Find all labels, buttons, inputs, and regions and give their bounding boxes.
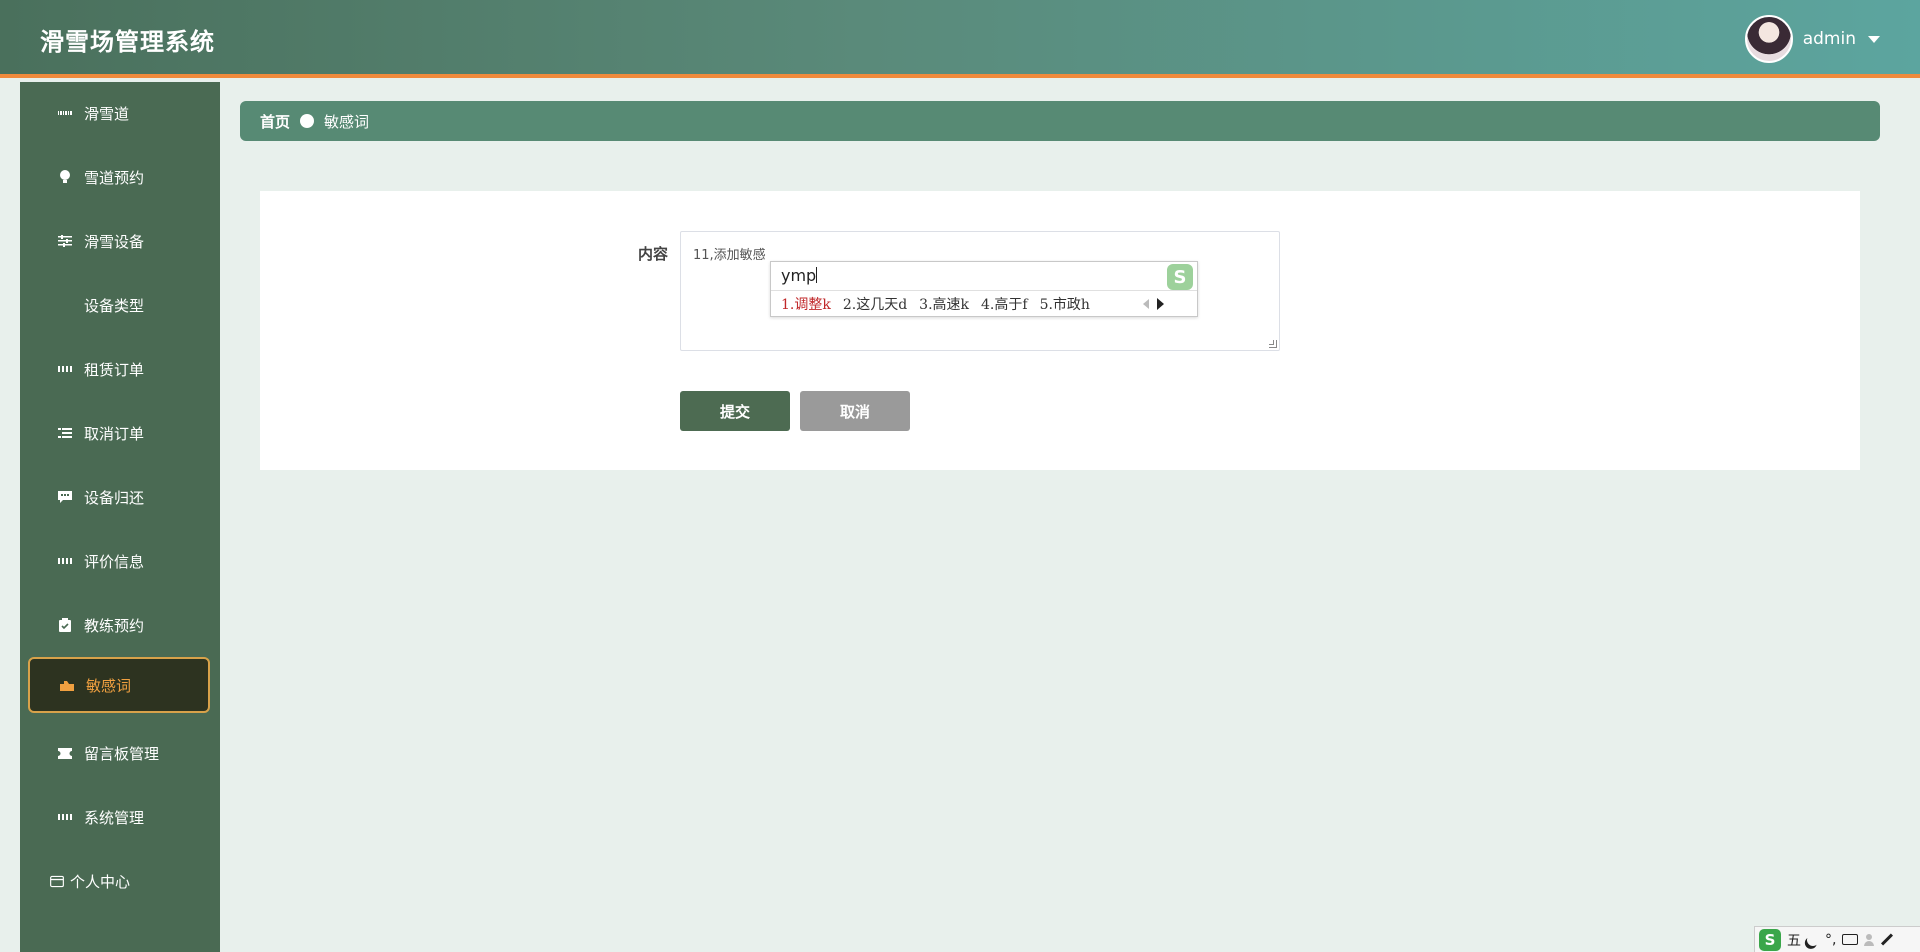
sliders-icon	[58, 234, 72, 248]
top-header: 滑雪场管理系统 admin	[0, 0, 1920, 78]
sidebar-item-system-management[interactable]: 系统管理	[28, 789, 210, 845]
grid-icon	[58, 362, 72, 376]
sidebar-item-equipment-types[interactable]: 设备类型	[28, 277, 210, 333]
punctuation-toggle[interactable]: °,	[1825, 932, 1836, 948]
sidebar-item-trail-booking[interactable]: 雪道预约	[28, 149, 210, 205]
ime-composition: ymp	[781, 266, 818, 285]
sidebar: 滑雪道 雪道预约 滑雪设备 设备类型 租赁订单 取消订单 设备归还 评价信息 教…	[20, 82, 220, 952]
breadcrumb: 首页 敏感词	[240, 101, 1880, 141]
ime-page-arrows	[1143, 298, 1164, 310]
user-menu[interactable]: admin	[1744, 14, 1880, 64]
content-value: 11,添加敏感	[693, 248, 766, 263]
text-caret	[816, 267, 818, 283]
sidebar-item-coach-booking[interactable]: 教练预约	[28, 597, 210, 653]
user-icon[interactable]	[1864, 933, 1875, 946]
sidebar-item-reviews[interactable]: 评价信息	[28, 533, 210, 589]
ime-candidate[interactable]: 2.这几天d	[843, 294, 907, 314]
grid9-icon	[57, 106, 73, 120]
wrench-icon[interactable]	[1881, 933, 1894, 946]
ime-candidate-popup: ymp S 1.调整k 2.这几天d 3.高速k 4.高于f 5.市政h	[770, 261, 1198, 317]
sidebar-item-equipment-return[interactable]: 设备归还	[28, 469, 210, 525]
resize-handle-icon[interactable]	[1269, 340, 1277, 348]
sidebar-item-label: 敏感词	[86, 676, 132, 695]
sidebar-item-label: 雪道预约	[84, 168, 145, 187]
moon-icon[interactable]	[1805, 932, 1820, 947]
clipboard-check-icon	[58, 618, 72, 632]
sidebar-item-sensitive-words[interactable]: 敏感词	[28, 657, 210, 713]
sidebar-item-label: 留言板管理	[84, 744, 160, 763]
ime-mode-indicator[interactable]: 五	[1787, 930, 1801, 950]
next-page-icon[interactable]	[1157, 298, 1164, 310]
sidebar-item-label: 设备归还	[84, 488, 145, 507]
sidebar-item-label: 滑雪道	[84, 104, 130, 123]
ticket-icon	[58, 746, 72, 760]
ime-candidate-list: 1.调整k 2.这几天d 3.高速k 4.高于f 5.市政h	[781, 294, 1090, 314]
content-label: 内容	[638, 245, 669, 263]
sidebar-item-label: 评价信息	[84, 552, 145, 571]
sogou-logo-icon[interactable]: S	[1759, 928, 1781, 951]
list-icon	[58, 298, 72, 312]
sidebar-item-ski-trails[interactable]: 滑雪道	[28, 85, 210, 141]
chevron-down-icon[interactable]	[1868, 35, 1880, 43]
grid-icon	[58, 554, 72, 568]
cart-icon	[60, 678, 74, 692]
keyboard-icon[interactable]	[1842, 934, 1859, 945]
sidebar-item-label: 取消订单	[84, 424, 145, 443]
breadcrumb-current: 敏感词	[324, 112, 370, 131]
sidebar-item-cancel-orders[interactable]: 取消订单	[28, 405, 210, 461]
username[interactable]: admin	[1803, 29, 1856, 49]
ime-input-text: ymp	[781, 266, 817, 285]
form-card: 内容 11,添加敏感 提交 取消	[260, 191, 1860, 470]
avatar[interactable]	[1744, 15, 1793, 63]
app-title: 滑雪场管理系统	[40, 28, 215, 56]
lightbulb-icon	[58, 170, 72, 184]
sidebar-item-message-board[interactable]: 留言板管理	[28, 725, 210, 781]
grid-icon	[58, 810, 72, 824]
cancel-button[interactable]: 取消	[800, 391, 910, 431]
sidebar-item-ski-equipment[interactable]: 滑雪设备	[28, 213, 210, 269]
ime-status-bar: S 五 °,	[1754, 926, 1920, 952]
breadcrumb-separator-icon	[300, 114, 315, 128]
chat-icon	[58, 490, 72, 504]
sidebar-item-label: 滑雪设备	[84, 232, 145, 251]
sogou-logo-icon: S	[1167, 264, 1193, 290]
ime-candidate[interactable]: 5.市政h	[1040, 294, 1090, 314]
ime-candidate[interactable]: 3.高速k	[919, 294, 969, 314]
ime-candidate[interactable]: 1.调整k	[781, 294, 831, 314]
sidebar-item-label: 教练预约	[84, 616, 145, 635]
divider	[771, 290, 1197, 291]
breadcrumb-home[interactable]: 首页	[260, 111, 290, 132]
prev-page-icon[interactable]	[1143, 299, 1149, 309]
sidebar-item-rental-orders[interactable]: 租赁订单	[28, 341, 210, 397]
list-indent-icon	[58, 426, 72, 440]
submit-button[interactable]: 提交	[680, 391, 790, 431]
sidebar-item-label: 租赁订单	[84, 360, 145, 379]
sidebar-item-label: 个人中心	[70, 872, 131, 891]
sidebar-item-personal-center[interactable]: 个人中心	[28, 853, 210, 909]
card-icon	[50, 874, 64, 888]
sidebar-item-label: 设备类型	[84, 296, 145, 315]
ime-candidate[interactable]: 4.高于f	[981, 294, 1028, 314]
sidebar-item-label: 系统管理	[84, 808, 145, 827]
